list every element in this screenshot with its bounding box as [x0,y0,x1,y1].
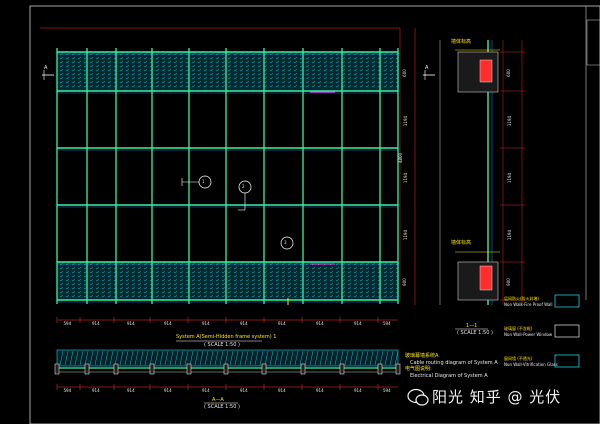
side-bracket-top [479,59,493,83]
dim-plan-1: 914 [92,388,100,393]
section-marker-left [42,70,54,80]
plan-mullion [149,363,155,375]
section-marker-right [423,70,435,80]
plan-mullion [84,363,90,375]
dim-bottom-6: 914 [278,321,286,326]
plan-mullion [186,363,192,375]
dim-side-0: 600 [505,68,511,77]
callout-1-label: 1 [202,179,205,184]
legend-swatch-3 [554,354,580,368]
dim-right-3: 1194 [403,229,409,240]
dim-plan-9: 594 [383,388,391,393]
side-bracket-bottom [479,265,493,291]
title-block-cell [586,19,600,66]
plan-section-a-a [54,349,401,375]
plan-mullion [395,363,401,375]
watermark: 阳光 知乎 @ 光伏 [432,388,562,406]
legend-swatch-1 [554,294,580,308]
dim-right-0: 600 [401,68,407,77]
callout-3-label: 3 [284,240,287,245]
plan-title: A—A [212,397,224,403]
dim-side-3: 1194 [507,229,513,240]
dim-bottom-3: 914 [164,321,172,326]
dim-plan-5: 914 [240,388,248,393]
plan-mullion [113,363,119,375]
plan-scale: ( SCALE 1:50 ) [204,404,240,410]
plan-mullion [377,363,383,375]
dim-right-4: 900 [401,278,407,286]
dim-plan-6: 914 [278,388,286,393]
notes-line-4: Electrical Diagram of System A [410,373,488,379]
dim-bottom-8: 914 [354,321,362,326]
notes-line-3: 电气图说明: [405,366,432,372]
plan-mullion [223,363,229,375]
legend-2-en: Non Wall-Power Window [504,332,553,337]
dim-side-4: 900 [505,278,511,286]
side-title: 1—1 [466,323,478,329]
notes-line-1: 玻璃幕墙系统A [405,353,439,359]
wechat-icon [407,388,429,406]
spandrel-band-bottom [56,261,400,301]
plan-mullion [339,363,345,375]
dim-bottom-1: 914 [92,321,100,326]
legend [554,294,580,368]
section-marker-left-label: A [44,65,48,71]
callout-3 [280,236,294,250]
legend-swatch-2 [554,324,580,338]
dim-bottom-2: 914 [127,321,135,326]
side-label-top: 墙体标高 [451,39,472,45]
dim-right-1: 1194 [403,115,409,126]
spandrel-band-top [56,51,400,92]
callout-1 [181,175,212,189]
dim-bottom-5: 914 [240,321,248,326]
legend-1-en: Non Walk-Fire Proof Wall [504,302,553,307]
callout-2-label: 2 [242,184,245,189]
dim-right-2: 1194 [403,172,409,183]
plan-mullion [54,363,60,375]
plan-mullion [261,363,267,375]
dim-plan-7: 914 [316,388,324,393]
elevation-scale: ( SCALE 1:50 ) [204,342,240,348]
dim-plan-0: 594 [63,388,72,393]
hatch-background [56,51,399,92]
dim-side-1: 1194 [507,115,513,126]
side-label-bottom: 墙体标高 [451,240,472,246]
elevation-total-dim: 4800 [398,152,404,164]
dim-bottom-4: 914 [202,321,210,326]
dim-side-2: 1194 [507,172,513,183]
dim-bottom-7: 914 [316,321,324,326]
dim-plan-3: 914 [164,388,172,393]
dim-bottom-0: 594 [63,321,72,326]
dim-plan-4: 914 [202,388,210,393]
plan-mullion [300,363,306,375]
dim-bottom-9: 594 [383,321,391,326]
legend-3-en: Non Wall-Vitrification Glass [504,362,558,367]
section-marker-right-label: A [425,65,429,71]
dim-plan-8: 914 [354,388,362,393]
elevation-title: System A(Semi-Hidden frame system) 1 [176,334,277,340]
dim-plan-2: 914 [127,388,135,393]
side-scale: ( SCALE 1:50 ) [457,330,493,336]
